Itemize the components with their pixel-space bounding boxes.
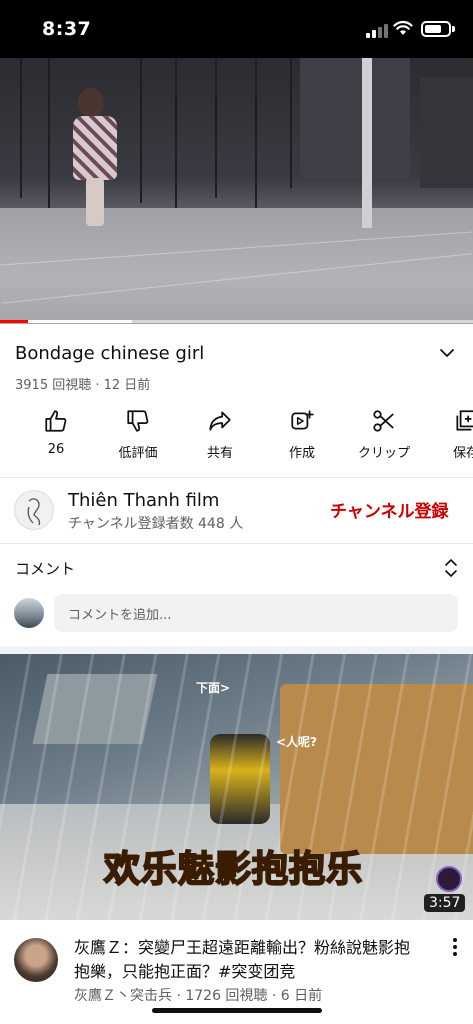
divider — [0, 543, 473, 544]
video-player[interactable] — [0, 58, 473, 324]
thumbnail-tag: <人呢? — [276, 735, 318, 749]
recommended-title[interactable]: 灰鷹Ｚ：突變尸王超遠距離輸出？粉絲說魅影抱抱樂，只能抱正面？#突变团竞 — [74, 936, 424, 984]
channel-subscribers: チャンネル登録者数 448 人 — [68, 516, 244, 532]
tree — [215, 58, 217, 198]
battery-icon — [421, 21, 455, 37]
divider — [0, 477, 473, 478]
comments-title[interactable]: コメント — [15, 558, 75, 579]
thumbs-up-icon — [45, 410, 67, 432]
dislike-button[interactable]: 低評価 — [102, 408, 174, 461]
subscribe-button[interactable]: チャンネル登録 — [330, 497, 449, 522]
tree — [175, 58, 177, 208]
remix-icon — [291, 410, 314, 430]
like-count: 26 — [47, 442, 65, 457]
video-title[interactable]: Bondage chinese girl — [15, 343, 204, 364]
clip-button[interactable]: クリップ — [348, 408, 420, 461]
snow-ground — [0, 208, 473, 324]
lamp-pole — [362, 58, 372, 228]
save-icon — [456, 410, 473, 431]
person-legs — [86, 178, 104, 226]
share-label: 共有 — [206, 446, 233, 461]
user-avatar — [14, 598, 44, 628]
thumbnail-tag: 下面> — [196, 681, 231, 695]
background-building — [300, 58, 410, 178]
thumbs-down-icon — [127, 410, 149, 432]
thumbnail-banner: 欢乐魅影抱抱乐 — [103, 848, 364, 891]
cellular-signal-icon — [366, 22, 388, 38]
tree — [255, 58, 257, 208]
recommended-thumbnail[interactable]: 下面> <人呢? 欢乐魅影抱抱乐 — [0, 654, 473, 920]
share-button[interactable]: 共有 — [184, 408, 256, 461]
share-icon — [209, 411, 231, 431]
dislike-label: 低評価 — [118, 446, 158, 461]
tree — [48, 58, 50, 208]
scissors-icon — [373, 410, 394, 432]
home-indicator[interactable] — [152, 1008, 322, 1013]
comment-input[interactable]: コメントを追加... — [54, 594, 458, 632]
create-button[interactable]: 作成 — [266, 408, 338, 461]
wifi-icon — [393, 20, 413, 35]
channel-avatar[interactable] — [14, 490, 54, 530]
person-body — [73, 116, 117, 180]
create-label: 作成 — [288, 446, 315, 461]
status-time: 8:37 — [42, 18, 92, 40]
chevron-down-icon[interactable] — [438, 346, 456, 360]
clip-label: クリップ — [357, 446, 410, 461]
video-meta: 3915 回視聴 · 12 日前 — [15, 378, 151, 393]
person-head — [78, 88, 104, 118]
background-building — [420, 78, 473, 188]
status-bar: 8:37 — [0, 0, 473, 58]
more-options-icon[interactable] — [453, 938, 459, 956]
channel-avatar-image — [27, 498, 41, 526]
progress-played — [0, 320, 29, 323]
tree — [290, 58, 292, 188]
video-duration: 3:57 — [424, 894, 466, 912]
recommended-channel-avatar[interactable] — [14, 938, 58, 982]
expand-collapse-icon[interactable] — [444, 557, 458, 579]
comment-placeholder: コメントを追加... — [68, 608, 172, 623]
recommended-meta: 灰鷹Ｚ丶突击兵 · 1726 回視聴 · 6 日前 — [74, 988, 323, 1004]
tree — [20, 58, 22, 198]
progress-bar[interactable] — [0, 320, 473, 323]
save-button[interactable]: 保存 — [430, 408, 473, 461]
like-button[interactable]: 26 — [20, 408, 92, 457]
save-label: 保存 — [452, 446, 473, 461]
channel-name[interactable]: Thiên Thanh film — [68, 490, 219, 511]
channel-logo-icon — [436, 866, 462, 892]
section-gap — [0, 646, 473, 654]
tree — [140, 58, 142, 203]
